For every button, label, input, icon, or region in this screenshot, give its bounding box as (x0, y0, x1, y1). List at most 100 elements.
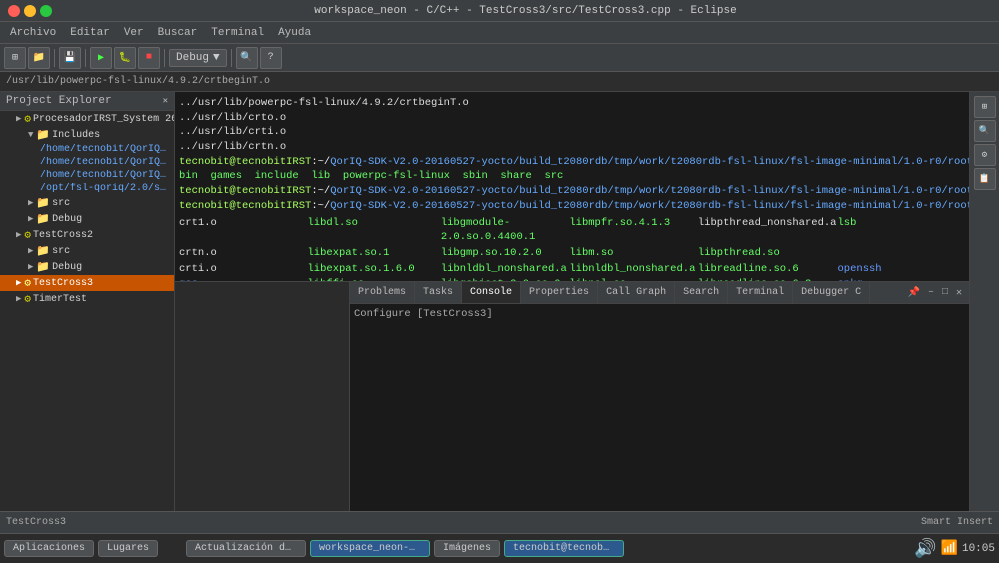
tree-src-1[interactable]: ▶ 📁 src (0, 195, 174, 211)
taskbar-imagenes[interactable]: Imágenes (434, 540, 500, 557)
project-explorer-title: Project Explorer ✕ (0, 92, 174, 111)
toolbar-run[interactable]: ▶ (90, 47, 112, 69)
menu-buscar[interactable]: Buscar (152, 25, 204, 41)
right-btn-1[interactable]: ⊞ (974, 96, 996, 118)
includes-icon: 📁 (36, 128, 50, 142)
tree-debug-2[interactable]: ▶ 📁 Debug (0, 259, 174, 275)
menu-terminal[interactable]: Terminal (205, 25, 270, 41)
project-icon: ⚙ (24, 112, 31, 126)
taskbar-update[interactable]: Actualización de sof... (186, 540, 306, 557)
include-path-1: /home/tecnobit/QorIQ-SDK-V2.0-20... (40, 144, 170, 155)
bottom-left-panel (175, 282, 350, 511)
tab-controls: 📌 – □ ✕ (904, 286, 969, 300)
maximize-icon[interactable] (40, 5, 52, 17)
console-output[interactable]: Configure [TestCross3] (350, 304, 969, 511)
tab-close-icon[interactable]: ✕ (953, 286, 965, 300)
current-path: /usr/lib/powerpc-fsl-linux/4.9.2/crtbegi… (6, 76, 270, 87)
terminal-line: ../usr/lib/crtn.o (179, 140, 965, 155)
menu-ver[interactable]: Ver (118, 25, 150, 41)
path-bar: /usr/lib/powerpc-fsl-linux/4.9.2/crtbegi… (0, 72, 999, 92)
tree-src-2[interactable]: ▶ 📁 src (0, 243, 174, 259)
bottom-right-panel: Problems Tasks Console Properties Call G (350, 282, 969, 511)
tree-item-label: TestCross3 (33, 278, 93, 289)
include-path-2: /home/tecnobit/QorIQ-SDK-V2.0-20... (40, 157, 170, 168)
terminal-output[interactable]: ../usr/lib/powerpc-fsl-linux/4.9.2/crtbe… (175, 92, 969, 281)
include-path-4: /opt/fsl-qoriq/2.0/sysroots/x86_6... (40, 183, 170, 194)
tree-include-2[interactable]: /home/tecnobit/QorIQ-SDK-V2.0-20... (0, 156, 174, 169)
right-panel: ⊞ 🔍 ⚙ 📋 (969, 92, 999, 511)
taskbar-workspace[interactable]: workspace_neon-C/... (310, 540, 430, 557)
taskbar-lugares[interactable]: Lugares (98, 540, 158, 557)
tab-terminal[interactable]: Terminal (728, 282, 793, 303)
toolbar-search[interactable]: 🔍 (236, 47, 258, 69)
tab-tasks[interactable]: Tasks (415, 282, 462, 303)
taskbar: Aplicaciones Lugares Actualización de so… (0, 533, 999, 563)
tab-maximize-icon[interactable]: □ (939, 286, 951, 300)
terminal-line: tecnobit@tecnobitIRST:~/QorIQ-SDK-V2.0-2… (179, 199, 965, 214)
tab-minimize-icon[interactable]: – (925, 286, 937, 300)
toolbar-save[interactable]: 💾 (59, 47, 81, 69)
terminal-line: ../usr/lib/crto.o (179, 111, 965, 126)
tree-timertest[interactable]: ▶ ⚙ TimerTest (0, 291, 174, 307)
status-bar: TestCross3 Smart Insert (0, 511, 999, 533)
menu-editar[interactable]: Editar (64, 25, 116, 41)
terminal-line: tecnobit@tecnobitIRST:~/QorIQ-SDK-V2.0-2… (179, 155, 965, 170)
tab-problems[interactable]: Problems (350, 282, 415, 303)
window-title: workspace_neon - C/C++ - TestCross3/src/… (60, 5, 991, 17)
project3-icon: ⚙ (24, 276, 31, 290)
right-btn-3[interactable]: ⚙ (974, 144, 996, 166)
taskbar-terminal[interactable]: tecnobit@tecnobitIR... (504, 540, 624, 557)
toolbar-open[interactable]: 📁 (28, 47, 50, 69)
minimize-icon[interactable] (24, 5, 36, 17)
tab-pin-icon[interactable]: 📌 (904, 286, 922, 300)
tree-include-1[interactable]: /home/tecnobit/QorIQ-SDK-V2.0-20... (0, 143, 174, 156)
menu-ayuda[interactable]: Ayuda (272, 25, 317, 41)
timertest-icon: ⚙ (24, 292, 31, 306)
taskbar-separator (162, 547, 182, 551)
tab-console[interactable]: Console (462, 282, 521, 303)
debug-config[interactable]: Debug ▼ (169, 49, 227, 67)
toolbar-help[interactable]: ? (260, 47, 282, 69)
toolbar-new[interactable]: ⊞ (4, 47, 26, 69)
bottom-tab-bar: Problems Tasks Console Properties Call G (350, 282, 969, 304)
tree-include-3[interactable]: /home/tecnobit/QorIQ-SDK-V2.0-20... (0, 169, 174, 182)
tree-procesador[interactable]: ▶ ⚙ ProcesadorIRST_System 2631 [https (0, 111, 174, 127)
menu-bar: Archivo Editar Ver Buscar Terminal Ayuda (0, 22, 999, 44)
tree-debug-1[interactable]: ▶ 📁 Debug (0, 211, 174, 227)
status-project: TestCross3 (6, 517, 66, 528)
tree-item-label: src (52, 246, 70, 257)
tree-include-4[interactable]: /opt/fsl-qoriq/2.0/sysroots/x86_6... (0, 182, 174, 195)
tree-includes[interactable]: ▼ 📁 Includes (0, 127, 174, 143)
close-icon[interactable] (8, 5, 20, 17)
tab-call-graph[interactable]: Call Graph (598, 282, 675, 303)
debug-label: Debug (176, 52, 209, 64)
main-editor-area: ../usr/lib/powerpc-fsl-linux/4.9.2/crtbe… (175, 92, 969, 511)
project-tree: ▶ ⚙ ProcesadorIRST_System 2631 [https ▼ … (0, 111, 174, 511)
taskbar-network-icon[interactable]: 📶 (941, 540, 958, 557)
ls-output: crt1.olibdl.solibgmodule-2.0.so.0.4400.1… (179, 216, 965, 282)
tab-search[interactable]: Search (675, 282, 728, 303)
debug2-folder-icon: 📁 (36, 260, 50, 274)
tree-item-label: TimerTest (33, 294, 87, 305)
menu-archivo[interactable]: Archivo (4, 25, 62, 41)
chevron-down-icon[interactable]: ▼ (213, 52, 220, 64)
tree-item-label: Debug (52, 214, 82, 225)
terminal-line: bin games include lib powerpc-fsl-linux … (179, 169, 965, 184)
tree-item-label: Includes (52, 130, 100, 141)
toolbar-stop[interactable]: ■ (138, 47, 160, 69)
tree-testcross3[interactable]: ▶ ⚙ TestCross3 (0, 275, 174, 291)
right-btn-4[interactable]: 📋 (974, 168, 996, 190)
tree-item-label: TestCross2 (33, 230, 93, 241)
tree-testcross2[interactable]: ▶ ⚙ TestCross2 (0, 227, 174, 243)
right-btn-2[interactable]: 🔍 (974, 120, 996, 142)
taskbar-aplicaciones[interactable]: Aplicaciones (4, 540, 94, 557)
panel-close[interactable]: ✕ (163, 96, 168, 106)
tree-item-label: src (52, 198, 70, 209)
tree-item-label: Debug (52, 262, 82, 273)
tab-properties[interactable]: Properties (521, 282, 598, 303)
taskbar-volume-icon[interactable]: 🔊 (914, 538, 936, 560)
toolbar-debug-btn[interactable]: 🐛 (114, 47, 136, 69)
taskbar-clock: 10:05 (962, 543, 995, 555)
tab-debugger[interactable]: Debugger C (793, 282, 870, 303)
src-folder-icon: 📁 (36, 196, 50, 210)
